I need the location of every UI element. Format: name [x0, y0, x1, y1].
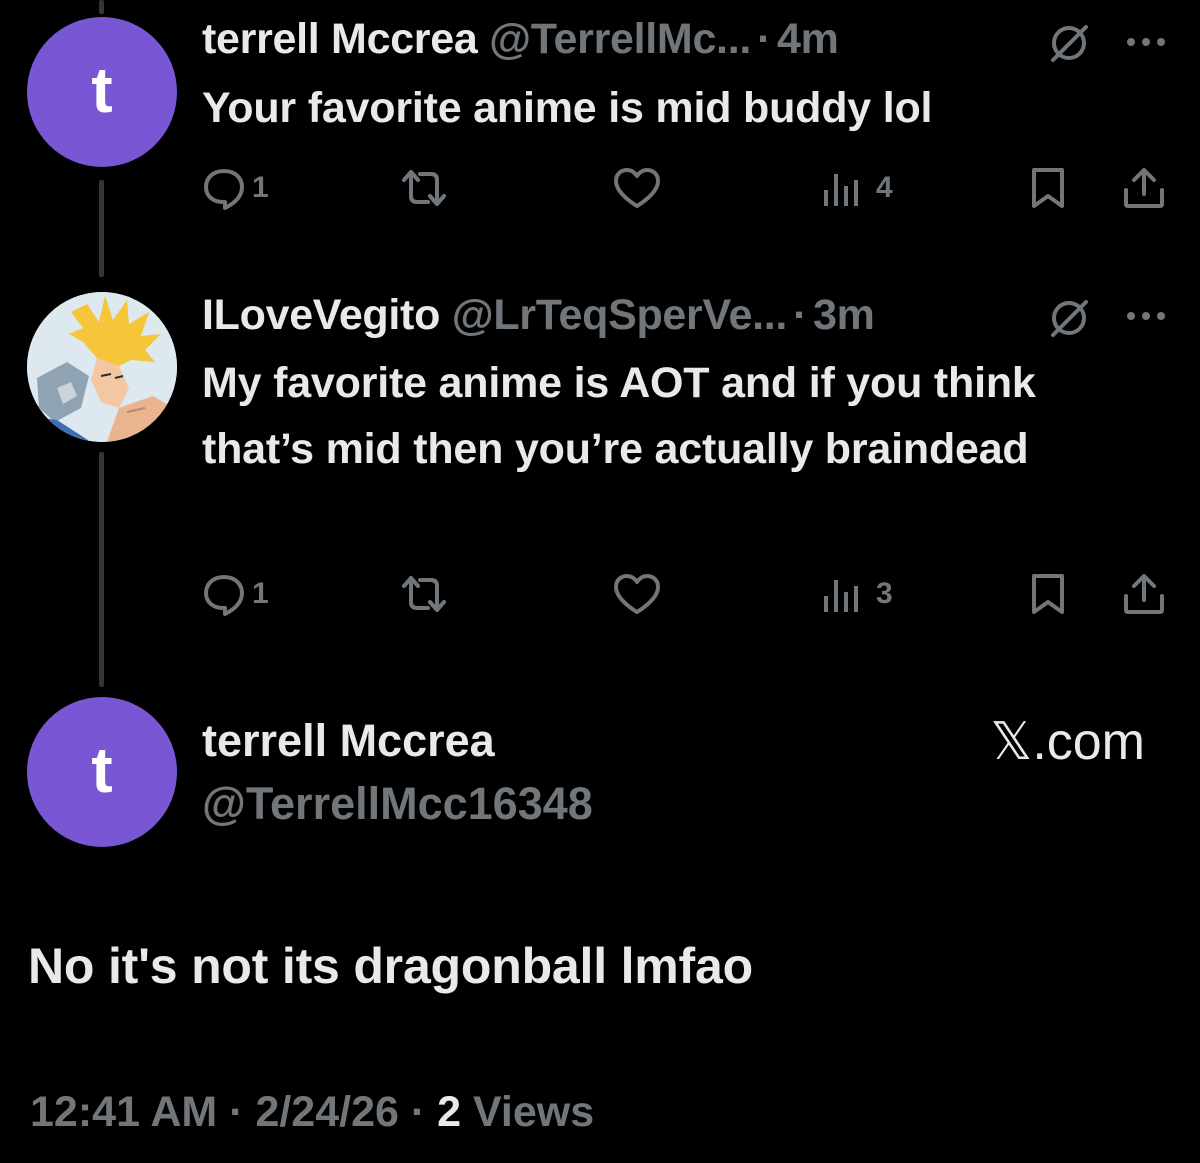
- views-button[interactable]: 3: [822, 572, 893, 616]
- vegito-avatar-image: [27, 292, 177, 442]
- x-brand-label: 𝕏.com: [990, 713, 1145, 771]
- views-count: 4: [876, 171, 893, 204]
- views-count: 2: [437, 1088, 462, 1136]
- reply-button[interactable]: 1: [202, 166, 269, 210]
- main-tweet-text: No it's not its dragonball lmfao: [28, 938, 753, 994]
- reply-button[interactable]: 1: [202, 572, 269, 616]
- more-icon[interactable]: [1125, 36, 1167, 48]
- retweet-button[interactable]: [398, 572, 450, 616]
- tweet-text: Your favorite anime is mid buddy lol: [202, 84, 933, 132]
- avatar-letter: t: [91, 54, 113, 126]
- handle[interactable]: @LrTeqSperVe...: [452, 291, 788, 339]
- bookmark-button[interactable]: [1028, 572, 1068, 616]
- post-time[interactable]: 12:41 AM: [30, 1088, 217, 1136]
- reply-count: 1: [252, 171, 269, 204]
- tweet-actions: 1 3: [202, 572, 1172, 622]
- views-button[interactable]: 4: [822, 166, 893, 210]
- more-icon[interactable]: [1125, 310, 1167, 322]
- bookmark-icon: [1028, 572, 1068, 616]
- share-button[interactable]: [1122, 572, 1166, 616]
- reply-icon: [202, 166, 246, 210]
- like-icon: [612, 572, 662, 616]
- handle[interactable]: @TerrellMc...: [489, 15, 751, 63]
- tweet-actions: 1 4: [202, 166, 1172, 216]
- views-label: Views: [473, 1088, 595, 1136]
- display-name[interactable]: ILoveVegito: [202, 291, 440, 339]
- tweet-text: My favorite anime is AOT and if you thin…: [202, 359, 1036, 473]
- display-name[interactable]: terrell Mccrea: [202, 715, 495, 767]
- views-icon: [822, 166, 862, 210]
- avatar-letter: t: [91, 734, 113, 806]
- avatar[interactable]: t: [27, 17, 177, 167]
- tweet-header: ILoveVegito @LrTeqSperVe... · 3m: [202, 291, 875, 340]
- views-count: 3: [876, 577, 893, 610]
- like-button[interactable]: [612, 572, 662, 616]
- tweet-header: terrell Mccrea @TerrellMc... · 4m: [202, 15, 839, 64]
- retweet-icon: [398, 166, 450, 210]
- bookmark-icon: [1028, 166, 1068, 210]
- like-icon: [612, 166, 662, 210]
- reply-count: 1: [252, 577, 269, 610]
- retweet-button[interactable]: [398, 166, 450, 210]
- thread-line-1: [99, 180, 104, 277]
- separator-dot: ·: [410, 1088, 426, 1136]
- avatar[interactable]: [27, 292, 177, 442]
- retweet-icon: [398, 572, 450, 616]
- views-icon: [822, 572, 862, 616]
- separator-dot: ·: [229, 1088, 244, 1136]
- thread-line-top: [99, 0, 104, 14]
- reply-icon: [202, 572, 246, 616]
- share-icon: [1122, 166, 1166, 210]
- bookmark-button[interactable]: [1028, 166, 1068, 210]
- share-button[interactable]: [1122, 166, 1166, 210]
- like-button[interactable]: [612, 166, 662, 210]
- separator-dot: ·: [793, 291, 808, 339]
- handle[interactable]: @TerrellMcc16348: [202, 778, 593, 830]
- share-icon: [1122, 572, 1166, 616]
- grok-icon[interactable]: [1048, 22, 1090, 64]
- separator-dot: ·: [757, 15, 772, 63]
- thread-line-2: [99, 452, 104, 687]
- tweet-metadata: 12:41 AM · 2/24/26 · 2 Views: [30, 1088, 594, 1137]
- timestamp[interactable]: 3m: [813, 291, 875, 339]
- display-name[interactable]: terrell Mccrea: [202, 15, 478, 63]
- avatar[interactable]: t: [27, 697, 177, 847]
- post-date[interactable]: 2/24/26: [255, 1088, 398, 1136]
- grok-icon[interactable]: [1048, 297, 1090, 339]
- timestamp[interactable]: 4m: [777, 15, 839, 63]
